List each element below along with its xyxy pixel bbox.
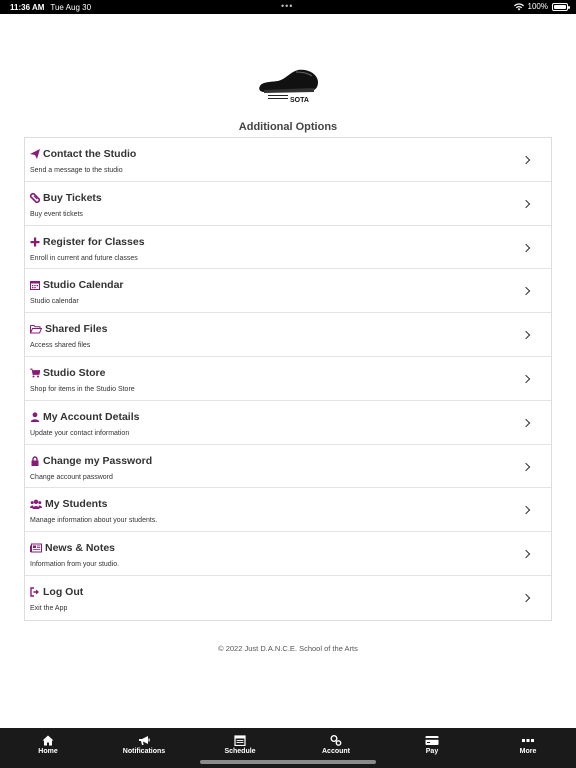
chevron-right-icon (521, 506, 531, 515)
option-contact-studio[interactable]: Contact the Studio Send a message to the… (25, 138, 551, 182)
option-subtitle: Exit the App (30, 604, 68, 612)
option-label: My Account Details (43, 410, 140, 423)
account-cog-icon (330, 735, 342, 746)
option-subtitle: Change account password (30, 473, 113, 481)
option-log-out[interactable]: Log Out Exit the App (25, 576, 551, 620)
plus-icon (30, 237, 40, 247)
option-my-students[interactable]: My Students Manage information about you… (25, 488, 551, 533)
paper-plane-icon (30, 149, 40, 159)
tab-notifications[interactable]: Notifications (96, 728, 192, 768)
status-bar: 11:36 AM Tue Aug 30 ••• 100% (0, 0, 576, 14)
cart-icon (30, 368, 40, 378)
option-label: Contact the Studio (43, 148, 137, 160)
tab-label: Schedule (224, 748, 256, 755)
option-subtitle: Shop for items in the Studio Store (30, 385, 135, 393)
wifi-icon (513, 2, 524, 10)
tab-label: Notifications (122, 748, 166, 755)
chevron-right-icon (521, 330, 531, 340)
option-label: Studio Calendar (43, 279, 124, 292)
option-subtitle: Studio calendar (30, 298, 79, 306)
studio-logo: SOTA (256, 66, 320, 106)
tab-label: Home (38, 748, 58, 755)
home-icon (42, 735, 54, 746)
credit-card-icon (425, 736, 439, 745)
schedule-icon (234, 735, 246, 746)
newspaper-icon (30, 543, 42, 553)
home-indicator[interactable] (200, 760, 376, 764)
battery-icon (552, 2, 570, 11)
chevron-right-icon (521, 374, 531, 384)
folder-icon (30, 325, 42, 334)
option-subtitle: Access shared files (30, 342, 91, 350)
status-time: 11:36 AM (10, 2, 45, 12)
option-studio-store[interactable]: Studio Store Shop for items in the Studi… (25, 357, 551, 401)
option-register-classes[interactable]: Register for Classes Enroll in current a… (25, 226, 551, 270)
more-dots-icon (522, 739, 534, 742)
chevron-right-icon (521, 243, 531, 252)
tab-home[interactable]: Home (0, 728, 96, 768)
chevron-right-icon (521, 593, 531, 603)
option-subtitle: Buy event tickets (30, 210, 83, 218)
options-list: Contact the Studio Send a message to the… (24, 137, 552, 621)
option-label: Buy Tickets (43, 191, 102, 204)
multitasking-dots-icon[interactable]: ••• (281, 1, 293, 11)
option-label: News & Notes (45, 542, 116, 555)
chevron-right-icon (521, 549, 531, 559)
lock-icon (31, 455, 39, 466)
calendar-icon (30, 281, 40, 291)
chevron-right-icon (521, 462, 531, 471)
option-subtitle: Manage information about your students. (30, 517, 158, 525)
option-change-password[interactable]: Change my Password Change account passwo… (25, 445, 551, 489)
battery-percent: 100% (527, 2, 548, 11)
option-label: Register for Classes (43, 235, 145, 248)
option-news-notes[interactable]: News & Notes Information from your studi… (25, 532, 551, 576)
option-subtitle: Send a message to the studio (30, 167, 123, 174)
option-shared-files[interactable]: Shared Files Access shared files (25, 313, 551, 357)
option-subtitle: Enroll in current and future classes (30, 254, 138, 262)
chevron-right-icon (521, 418, 531, 428)
sign-out-icon (30, 587, 39, 597)
user-icon (30, 412, 40, 422)
chevron-right-icon (521, 287, 531, 296)
option-label: Log Out (43, 585, 84, 598)
logo-text: SOTA (290, 97, 309, 104)
copyright-text: © 2022 Just D.A.N.C.E. School of the Art… (218, 644, 358, 653)
page-title: Additional Options (238, 121, 338, 133)
chevron-right-icon (521, 199, 531, 209)
tab-label: More (519, 748, 537, 755)
users-icon (30, 499, 42, 510)
option-subtitle: Information from your studio. (30, 561, 120, 569)
tab-more[interactable]: More (480, 728, 576, 768)
option-label: Change my Password (43, 454, 153, 467)
tab-label: Account (322, 748, 350, 755)
tab-pay[interactable]: Pay (384, 728, 480, 768)
tab-label: Pay (425, 748, 439, 755)
option-buy-tickets[interactable]: Buy Tickets Buy event tickets (25, 182, 551, 226)
chevron-right-icon (521, 155, 531, 165)
megaphone-icon (139, 736, 150, 745)
option-label: Studio Store (43, 366, 106, 379)
status-date: Tue Aug 30 (50, 2, 92, 12)
ticket-icon (30, 192, 40, 203)
dance-shoe-icon: SOTA (259, 69, 318, 104)
option-label: Shared Files (45, 323, 108, 336)
option-label: My Students (45, 498, 108, 511)
option-subtitle: Update your contact information (30, 429, 130, 437)
option-studio-calendar[interactable]: Studio Calendar Studio calendar (25, 269, 551, 314)
option-account-details[interactable]: My Account Details Update your contact i… (25, 401, 551, 445)
